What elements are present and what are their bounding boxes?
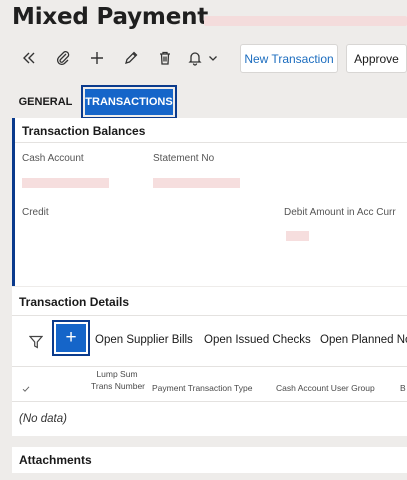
transaction-details-panel: Transaction Details + Open Supplier Bill…: [12, 287, 407, 436]
chevron-down-icon[interactable]: [208, 43, 220, 73]
statement-no-label: Statement No: [153, 153, 215, 164]
page-title: Mixed Payment: [12, 4, 209, 30]
tab-transactions[interactable]: TRANSACTIONS: [85, 89, 173, 115]
add-icon[interactable]: [80, 43, 114, 73]
divider: [15, 142, 407, 143]
section-title-balances: Transaction Balances: [22, 124, 146, 138]
column-header-lump-sum[interactable]: Lump Sum Trans Number: [91, 369, 145, 391]
cash-account-label: Cash Account: [22, 153, 84, 164]
divider: [12, 315, 407, 316]
delete-icon[interactable]: [148, 43, 182, 73]
divider: [12, 366, 407, 367]
section-title-attachments[interactable]: Attachments: [19, 453, 92, 467]
column-header-truncated[interactable]: B: [400, 383, 406, 393]
debit-amount-value[interactable]: [286, 231, 309, 241]
plus-icon: +: [65, 327, 77, 348]
tab-transactions-focus: TRANSACTIONS: [81, 85, 177, 119]
debit-amount-label: Debit Amount in Acc Curr: [284, 207, 396, 218]
column-header-payment-type[interactable]: Payment Transaction Type: [152, 383, 252, 393]
add-row-button[interactable]: +: [56, 324, 86, 352]
notification-bell-icon[interactable]: [182, 43, 208, 73]
section-title-details: Transaction Details: [19, 295, 130, 309]
cash-account-value[interactable]: [22, 178, 109, 188]
open-planned-button[interactable]: Open Planned No: [320, 334, 407, 346]
statement-no-value[interactable]: [153, 178, 240, 188]
approve-button[interactable]: Approve: [346, 44, 407, 73]
new-transaction-button[interactable]: New Transaction: [240, 44, 338, 73]
title-redacted-text: [204, 16, 407, 26]
column-header-cash-account-group[interactable]: Cash Account User Group: [276, 383, 375, 393]
credit-label: Credit: [22, 207, 49, 218]
filter-icon[interactable]: [29, 335, 43, 349]
edit-icon[interactable]: [114, 43, 148, 73]
tab-general[interactable]: GENERAL: [12, 85, 79, 119]
open-issued-checks-button[interactable]: Open Issued Checks: [204, 334, 311, 346]
empty-table-message: (No data): [19, 413, 67, 425]
divider: [12, 401, 407, 402]
transaction-balances-panel: Transaction Balances Cash Account Statem…: [12, 118, 407, 286]
collapse-icon[interactable]: [12, 43, 46, 73]
select-all-check-icon[interactable]: [22, 385, 30, 393]
attachments-panel: Attachments: [12, 447, 407, 473]
add-row-focus: +: [52, 320, 90, 356]
open-supplier-bills-button[interactable]: Open Supplier Bills: [95, 334, 193, 346]
toolbar: [12, 43, 220, 73]
attachment-icon[interactable]: [46, 43, 80, 73]
tab-bar: GENERAL TRANSACTIONS: [12, 85, 177, 119]
